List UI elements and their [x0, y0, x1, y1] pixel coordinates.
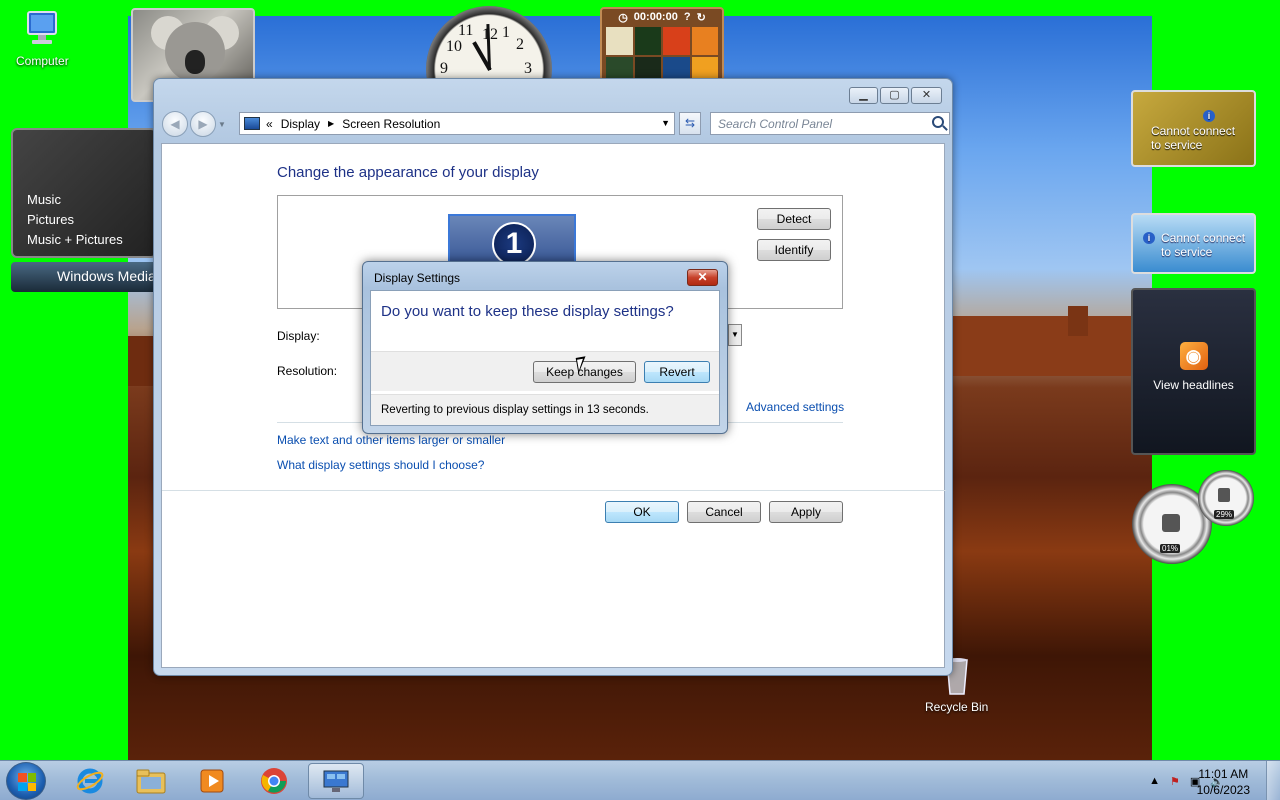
- show-hidden-icons-icon[interactable]: ▲: [1149, 775, 1160, 787]
- dialog-button-area: Keep changes Revert: [371, 351, 719, 391]
- media-center-gadget[interactable]: Music Pictures Music + Pictures: [11, 128, 157, 258]
- page-title: Change the appearance of your display: [277, 164, 539, 181]
- breadcrumb-prefix[interactable]: «: [266, 117, 273, 131]
- info-icon: i: [1143, 232, 1155, 244]
- search-icon[interactable]: [932, 116, 944, 128]
- monitor-1-thumbnail[interactable]: 1: [448, 214, 576, 266]
- navigation-bar: ◀ ▶ ▼ « Display ▶ Screen Resolution ▼ ⇆ …: [162, 111, 950, 137]
- taskbar-media-player[interactable]: [184, 763, 240, 799]
- breadcrumb-separator-icon[interactable]: ▶: [328, 119, 334, 128]
- taskbar-control-panel[interactable]: [308, 763, 364, 799]
- rss-icon: ◉: [1179, 342, 1208, 370]
- computer-label: Computer: [16, 54, 69, 68]
- action-center-flag-icon[interactable]: ⚑: [1170, 775, 1180, 788]
- address-bar[interactable]: « Display ▶ Screen Resolution ▼: [239, 112, 675, 135]
- memory-meter-gadget[interactable]: 29%: [1198, 470, 1254, 526]
- memory-percent: 29%: [1214, 510, 1235, 519]
- show-desktop-button[interactable]: [1266, 761, 1280, 800]
- maximize-button[interactable]: ▢: [880, 87, 909, 104]
- computer-icon: [27, 11, 58, 44]
- minimize-button[interactable]: ▁: [849, 87, 878, 104]
- control-panel-icon: [244, 117, 260, 130]
- advanced-settings-link[interactable]: Advanced settings: [746, 400, 844, 414]
- dialog-question: Do you want to keep these display settin…: [381, 303, 674, 320]
- divider: [162, 490, 946, 491]
- feed-headlines-gadget[interactable]: ◉ View headlines: [1131, 288, 1256, 455]
- search-placeholder: Search Control Panel: [718, 117, 833, 131]
- puzzle-timer: 00:00:00: [633, 11, 678, 23]
- media-item-music-pictures[interactable]: Music + Pictures: [27, 230, 155, 250]
- weather-status-bottom: Cannot connect to service: [1161, 231, 1246, 259]
- windows-media-bar[interactable]: Windows Media: [11, 262, 157, 292]
- text-size-link[interactable]: Make text and other items larger or smal…: [277, 433, 505, 447]
- forward-button[interactable]: ▶: [190, 111, 216, 137]
- info-icon: i: [1203, 110, 1215, 122]
- breadcrumb-screen-resolution[interactable]: Screen Resolution: [342, 117, 440, 131]
- display-settings-help-link[interactable]: What display settings should I choose?: [277, 458, 484, 472]
- dialog-close-button[interactable]: ✕: [687, 269, 718, 286]
- identify-button[interactable]: Identify: [757, 239, 831, 261]
- address-dropdown-icon[interactable]: ▼: [661, 118, 670, 128]
- windows-logo-icon: [18, 773, 36, 791]
- clock-numeral: 9: [440, 60, 448, 77]
- display-settings-icon: [323, 770, 349, 792]
- monitor-number: 1: [492, 222, 536, 266]
- clock-numeral: 3: [524, 60, 532, 77]
- media-player-icon: [200, 769, 224, 793]
- ok-button[interactable]: OK: [605, 501, 679, 523]
- dialog-countdown: Reverting to previous display settings i…: [371, 394, 719, 425]
- search-input[interactable]: Search Control Panel: [710, 112, 950, 135]
- taskbar-time: 11:01 AM: [1198, 767, 1249, 781]
- taskbar-windows-explorer[interactable]: [123, 763, 179, 799]
- display-settings-dialog[interactable]: Display Settings ✕ Do you want to keep t…: [362, 261, 728, 434]
- weather-gadget-bottom[interactable]: i Cannot connect to service: [1131, 213, 1256, 274]
- clock-numeral: 1: [502, 24, 510, 41]
- puzzle-help-icon[interactable]: ?: [684, 11, 691, 23]
- taskbar: ▲ ⚑ ▣ 🔈 11:01 AM 10/6/2023: [0, 760, 1280, 800]
- cpu-percent: 01%: [1160, 544, 1181, 553]
- view-headlines-label[interactable]: View headlines: [1153, 378, 1234, 392]
- chrome-icon: [261, 768, 287, 794]
- taskbar-internet-explorer[interactable]: [62, 763, 118, 799]
- memory-icon: [1218, 488, 1230, 502]
- recycle-bin-label: Recycle Bin: [925, 700, 989, 714]
- taskbar-chrome[interactable]: [246, 763, 302, 799]
- revert-button[interactable]: Revert: [644, 361, 710, 383]
- weather-gadget-top[interactable]: i Cannot connect to service: [1131, 90, 1256, 167]
- internet-explorer-icon: [76, 768, 104, 794]
- computer-desktop-icon[interactable]: Computer: [16, 10, 69, 68]
- taskbar-date: 10/6/2023: [1196, 783, 1250, 797]
- close-button[interactable]: ✕: [911, 87, 942, 104]
- weather-status-top: Cannot connect to service: [1151, 124, 1236, 152]
- refresh-button[interactable]: ⇆: [679, 112, 701, 135]
- media-item-pictures[interactable]: Pictures: [27, 210, 155, 230]
- puzzle-restart-icon[interactable]: ↻: [697, 11, 706, 24]
- apply-button[interactable]: Apply: [769, 501, 843, 523]
- resolution-label: Resolution:: [277, 364, 338, 378]
- clock-numeral: 2: [516, 36, 524, 53]
- recent-pages-dropdown[interactable]: ▼: [218, 120, 228, 129]
- clock-numeral: 11: [458, 22, 474, 39]
- display-label: Display:: [277, 329, 320, 343]
- cpu-icon: [1162, 514, 1180, 532]
- back-button[interactable]: ◀: [162, 111, 188, 137]
- start-button[interactable]: [6, 762, 46, 800]
- detect-button[interactable]: Detect: [757, 208, 831, 230]
- media-item-music[interactable]: Music: [27, 190, 155, 210]
- dialog-title: Display Settings: [374, 271, 461, 285]
- koala-nose: [185, 50, 205, 74]
- display-dropdown-arrow[interactable]: ▼: [728, 324, 742, 346]
- taskbar-clock[interactable]: 11:01 AM 10/6/2023: [1197, 766, 1250, 798]
- puzzle-clock-icon: ◷: [618, 11, 628, 24]
- folder-icon: [136, 769, 166, 794]
- breadcrumb-display[interactable]: Display: [281, 117, 320, 131]
- clock-numeral: 10: [446, 38, 462, 55]
- cancel-button[interactable]: Cancel: [687, 501, 761, 523]
